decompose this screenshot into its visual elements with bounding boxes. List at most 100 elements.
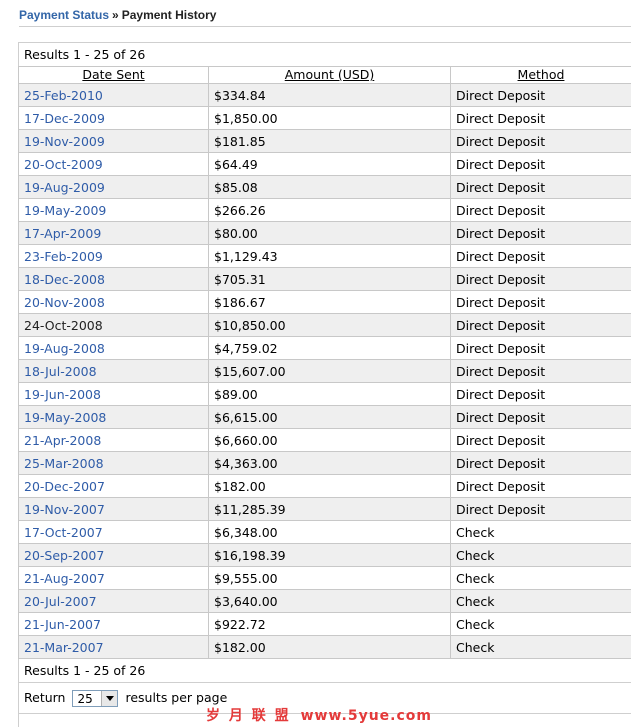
date-sent-cell: 25-Mar-2008 (18, 451, 209, 475)
table-row: 19-Nov-2007 $11,285.39 Direct Deposit (18, 497, 631, 521)
date-sent-cell: 19-May-2009 (18, 198, 209, 222)
date-sent-link[interactable]: 20-Jul-2007 (24, 594, 97, 609)
return-label: Return (24, 690, 66, 705)
date-sent-cell: 17-Apr-2009 (18, 221, 209, 245)
results-per-page-value: 25 (77, 692, 93, 706)
method-cell: Direct Deposit (450, 175, 631, 199)
amount-cell: $9,555.00 (208, 566, 451, 590)
payment-history-table: Date Sent Amount (USD) Method 25-Feb-201… (18, 66, 631, 659)
date-sent-link[interactable]: 21-Mar-2007 (24, 640, 104, 655)
date-sent-link[interactable]: 20-Oct-2009 (24, 157, 103, 172)
date-sent-cell: 23-Feb-2009 (18, 244, 209, 268)
date-sent-link[interactable]: 19-Nov-2009 (24, 134, 105, 149)
table-row: 25-Feb-2010 $334.84 Direct Deposit (18, 83, 631, 107)
method-cell: Direct Deposit (450, 428, 631, 452)
method-cell: Check (450, 635, 631, 659)
date-sent-cell: 19-Nov-2009 (18, 129, 209, 153)
date-sent-link[interactable]: 18-Dec-2008 (24, 272, 105, 287)
amount-cell: $1,850.00 (208, 106, 451, 130)
date-sent-cell: 19-Nov-2007 (18, 497, 209, 521)
date-sent-link[interactable]: 19-May-2009 (24, 203, 106, 218)
amount-cell: $6,348.00 (208, 520, 451, 544)
amount-cell: $186.67 (208, 290, 451, 314)
watermark-chars: 岁 月 联 盟 (206, 708, 291, 724)
watermark: 岁 月 联 盟 www.5yue.com (206, 705, 432, 725)
payment-history-panel: Results 1 - 25 of 26 Date Sent Amount (U… (18, 42, 631, 727)
date-sent-link[interactable]: 17-Apr-2009 (24, 226, 101, 241)
amount-cell: $182.00 (208, 474, 451, 498)
table-row: 19-May-2009 $266.26 Direct Deposit (18, 198, 631, 222)
date-sent-link[interactable]: 21-Apr-2008 (24, 433, 101, 448)
amount-cell: $85.08 (208, 175, 451, 199)
amount-cell: $922.72 (208, 612, 451, 636)
column-header-method[interactable]: Method (450, 66, 631, 84)
date-sent-link[interactable]: 19-Aug-2009 (24, 180, 105, 195)
date-sent-link[interactable]: 18-Jul-2008 (24, 364, 97, 379)
dropdown-arrow-icon[interactable] (101, 691, 118, 706)
amount-cell: $64.49 (208, 152, 451, 176)
date-sent-cell: 24-Oct-2008 (18, 313, 209, 337)
date-sent-link[interactable]: 23-Feb-2009 (24, 249, 103, 264)
date-sent-text: 24-Oct-2008 (24, 317, 103, 333)
amount-cell: $80.00 (208, 221, 451, 245)
table-row: 19-Aug-2008 $4,759.02 Direct Deposit (18, 336, 631, 360)
amount-cell: $15,607.00 (208, 359, 451, 383)
method-cell: Direct Deposit (450, 451, 631, 475)
date-sent-link[interactable]: 19-Aug-2008 (24, 341, 105, 356)
table-row: 19-Aug-2009 $85.08 Direct Deposit (18, 175, 631, 199)
column-header-amount[interactable]: Amount (USD) (208, 66, 451, 84)
amount-cell: $4,363.00 (208, 451, 451, 475)
table-header-row: Date Sent Amount (USD) Method (18, 66, 631, 84)
method-cell: Direct Deposit (450, 405, 631, 429)
table-row: 23-Feb-2009 $1,129.43 Direct Deposit (18, 244, 631, 268)
amount-cell: $181.85 (208, 129, 451, 153)
results-count-bottom: Results 1 - 25 of 26 (19, 659, 631, 683)
date-sent-cell: 21-Aug-2007 (18, 566, 209, 590)
date-sent-cell: 25-Feb-2010 (18, 83, 209, 107)
date-sent-link[interactable]: 20-Sep-2007 (24, 548, 104, 563)
amount-cell: $334.84 (208, 83, 451, 107)
date-sent-link[interactable]: 20-Nov-2008 (24, 295, 105, 310)
table-row: 20-Jul-2007 $3,640.00 Check (18, 589, 631, 613)
amount-cell: $11,285.39 (208, 497, 451, 521)
method-cell: Direct Deposit (450, 198, 631, 222)
results-per-page-select[interactable]: 25 (72, 690, 119, 707)
date-sent-link[interactable]: 21-Jun-2007 (24, 617, 101, 632)
date-sent-link[interactable]: 25-Feb-2010 (24, 88, 103, 103)
method-cell: Direct Deposit (450, 359, 631, 383)
date-sent-cell: 19-May-2008 (18, 405, 209, 429)
date-sent-link[interactable]: 17-Dec-2009 (24, 111, 105, 126)
breadcrumb-payment-status-link[interactable]: Payment Status (19, 8, 109, 22)
table-row: 17-Oct-2007 $6,348.00 Check (18, 520, 631, 544)
results-per-page-suffix: results per page (125, 690, 228, 705)
amount-cell: $266.26 (208, 198, 451, 222)
column-header-date-sent[interactable]: Date Sent (18, 66, 209, 84)
table-row: 17-Dec-2009 $1,850.00 Direct Deposit (18, 106, 631, 130)
method-cell: Check (450, 612, 631, 636)
table-row: 19-Nov-2009 $181.85 Direct Deposit (18, 129, 631, 153)
date-sent-link[interactable]: 19-May-2008 (24, 410, 106, 425)
method-cell: Direct Deposit (450, 290, 631, 314)
date-sent-link[interactable]: 17-Oct-2007 (24, 525, 103, 540)
date-sent-link[interactable]: 25-Mar-2008 (24, 456, 104, 471)
table-row: 17-Apr-2009 $80.00 Direct Deposit (18, 221, 631, 245)
table-row: 21-Mar-2007 $182.00 Check (18, 635, 631, 659)
method-cell: Check (450, 589, 631, 613)
date-sent-cell: 20-Oct-2009 (18, 152, 209, 176)
amount-cell: $4,759.02 (208, 336, 451, 360)
method-cell: Direct Deposit (450, 221, 631, 245)
method-cell: Check (450, 566, 631, 590)
date-sent-link[interactable]: 19-Nov-2007 (24, 502, 105, 517)
table-row: 20-Sep-2007 $16,198.39 Check (18, 543, 631, 567)
date-sent-cell: 20-Dec-2007 (18, 474, 209, 498)
date-sent-link[interactable]: 20-Dec-2007 (24, 479, 105, 494)
amount-cell: $1,129.43 (208, 244, 451, 268)
amount-cell: $89.00 (208, 382, 451, 406)
amount-cell: $6,660.00 (208, 428, 451, 452)
breadcrumb-current: Payment History (121, 8, 217, 22)
amount-cell: $3,640.00 (208, 589, 451, 613)
date-sent-cell: 19-Aug-2009 (18, 175, 209, 199)
method-cell: Direct Deposit (450, 152, 631, 176)
date-sent-link[interactable]: 21-Aug-2007 (24, 571, 105, 586)
date-sent-link[interactable]: 19-Jun-2008 (24, 387, 101, 402)
